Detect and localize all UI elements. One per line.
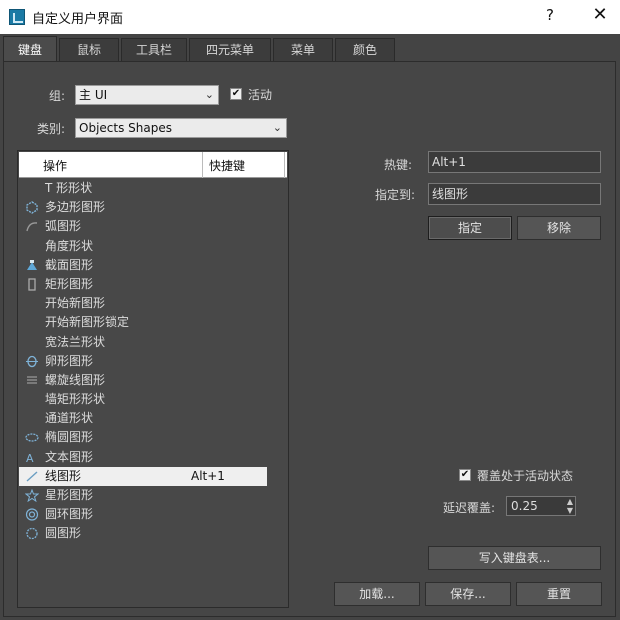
list-item[interactable]: 开始新图形 xyxy=(19,294,287,313)
donut-icon xyxy=(25,508,39,521)
tab-bar: 键盘 鼠标 工具栏 四元菜单 菜单 颜色 xyxy=(3,36,397,62)
list-item[interactable]: T 形形状 xyxy=(19,179,287,198)
list-item[interactable]: 截面图形 xyxy=(19,256,287,275)
arc-icon xyxy=(26,222,38,232)
assigned-to-label: 指定到: xyxy=(375,188,416,202)
circle-icon xyxy=(26,528,38,540)
group-dropdown[interactable]: 主 UI ⌄ xyxy=(75,85,219,105)
tab-toolbars[interactable]: 工具栏 xyxy=(121,38,187,62)
action-list[interactable]: 操作 快捷键 T 形形状 多边形图形 弧图形 角度形状 截面图形 矩形图形 开始… xyxy=(17,150,289,608)
list-item[interactable]: 圆图形 xyxy=(19,524,287,543)
assigned-to-field: 线图形 xyxy=(428,183,601,205)
delay-label: 延迟覆盖: xyxy=(443,501,496,515)
star-icon xyxy=(25,489,39,502)
line-icon xyxy=(26,471,38,482)
write-keyboard-chart-button[interactable]: 写入键盘表... xyxy=(428,546,601,570)
load-button[interactable]: 加载... xyxy=(334,582,420,606)
hotkey-field[interactable]: Alt+1 xyxy=(428,151,601,173)
list-item[interactable]: 墙矩形形状 xyxy=(19,390,287,409)
section-icon xyxy=(27,259,37,270)
list-item[interactable]: 宽法兰形状 xyxy=(19,333,287,352)
window-title: 自定义用户界面 xyxy=(32,12,124,27)
list-item[interactable]: 圆环图形 xyxy=(19,505,287,524)
column-header-shortcut[interactable]: 快捷键 xyxy=(209,157,245,174)
help-button[interactable]: ? xyxy=(540,6,560,24)
list-item[interactable]: 通道形状 xyxy=(19,409,287,428)
delay-spinner[interactable]: 0.25 ▲ ▼ xyxy=(506,496,576,516)
text-icon: A xyxy=(26,452,34,464)
list-item[interactable]: 多边形图形 xyxy=(19,198,287,217)
active-checkbox[interactable]: ✔ xyxy=(230,88,242,100)
spinner-arrows-icon[interactable]: ▲ ▼ xyxy=(567,497,573,515)
override-label: 覆盖处于活动状态 xyxy=(477,469,574,483)
save-button[interactable]: 保存... xyxy=(425,582,511,606)
svg-text:A: A xyxy=(26,452,34,464)
tab-menus[interactable]: 菜单 xyxy=(273,38,333,62)
chevron-down-icon: ⌄ xyxy=(272,121,282,134)
category-dropdown[interactable]: Objects Shapes ⌄ xyxy=(75,118,287,138)
helix-icon xyxy=(27,376,37,384)
list-item[interactable]: 螺旋线图形 xyxy=(19,371,287,390)
group-label: 组: xyxy=(49,89,66,103)
ngon-icon xyxy=(26,201,38,215)
list-item[interactable]: 矩形图形 xyxy=(19,275,287,294)
override-checkbox[interactable]: ✔ xyxy=(459,469,471,481)
reset-button[interactable]: 重置 xyxy=(516,582,602,606)
list-item[interactable]: 卵形图形 xyxy=(19,352,287,371)
list-item[interactable]: 椭圆图形 xyxy=(19,428,287,447)
remove-button[interactable]: 移除 xyxy=(517,216,601,240)
title-bar: 自定义用户界面 ? ✕ xyxy=(0,0,620,34)
active-label: 活动 xyxy=(248,88,273,102)
assign-button[interactable]: 指定 xyxy=(428,216,512,240)
category-value: Objects Shapes xyxy=(79,121,172,135)
tab-mouse[interactable]: 鼠标 xyxy=(59,38,119,62)
rectangle-icon xyxy=(28,278,36,291)
close-button[interactable]: ✕ xyxy=(590,4,610,25)
group-value: 主 UI xyxy=(79,88,108,102)
app-icon xyxy=(9,9,25,25)
action-rows: T 形形状 多边形图形 弧图形 角度形状 截面图形 矩形图形 开始新图形 开始新… xyxy=(19,179,287,544)
tab-quad-menus[interactable]: 四元菜单 xyxy=(189,38,271,62)
column-header-action[interactable]: 操作 xyxy=(43,157,67,174)
list-header: 操作 快捷键 xyxy=(19,152,287,178)
tab-colors[interactable]: 颜色 xyxy=(335,38,395,62)
list-item[interactable]: A 文本图形 xyxy=(19,448,287,467)
list-item[interactable]: 开始新图形锁定 xyxy=(19,313,287,332)
egg-icon xyxy=(26,355,38,367)
list-item[interactable]: 星形图形 xyxy=(19,486,287,505)
tab-keyboard[interactable]: 键盘 xyxy=(3,36,57,62)
list-item-selected[interactable]: 线图形 Alt+1 xyxy=(19,466,267,486)
category-label: 类别: xyxy=(37,122,66,136)
delay-value: 0.25 xyxy=(511,499,538,513)
list-item[interactable]: 角度形状 xyxy=(19,237,287,256)
ellipse-icon xyxy=(25,433,39,443)
hotkey-label: 热键: xyxy=(384,158,413,172)
list-item[interactable]: 弧图形 xyxy=(19,217,287,236)
chevron-down-icon: ⌄ xyxy=(204,88,214,101)
